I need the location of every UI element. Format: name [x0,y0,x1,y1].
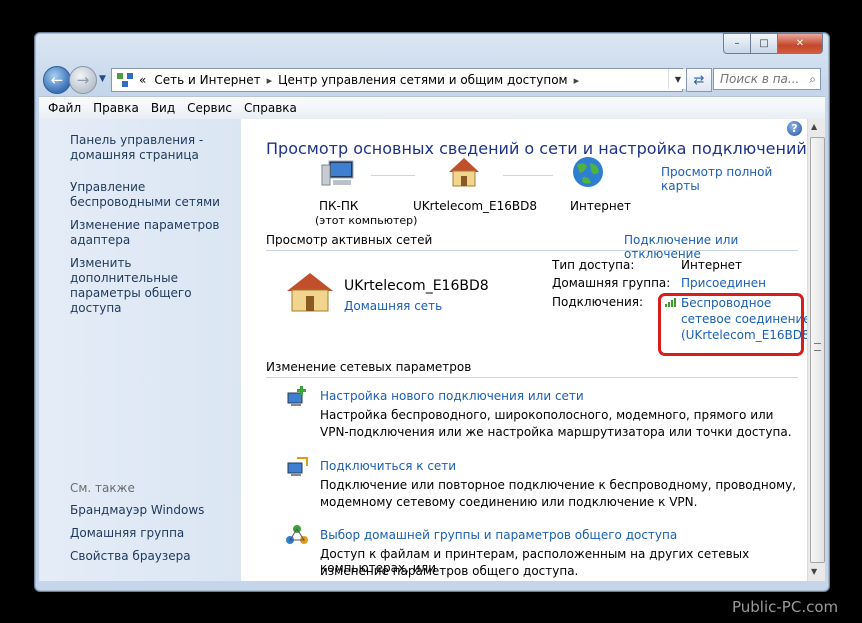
breadcrumb-item-network-center[interactable]: Центр управления сетями и общим доступом [278,73,567,87]
breadcrumb-separator[interactable]: ▸ [574,74,580,87]
maximize-button[interactable]: □ [751,33,778,54]
help-icon[interactable]: ? [787,121,802,136]
minimize-button[interactable]: – [723,33,751,54]
scrollbar-thumb[interactable] [810,137,825,563]
full-map-link[interactable]: Просмотр полной карты [661,165,807,193]
home-group-label: Домашняя группа: [552,276,671,290]
section-divider [266,377,798,378]
scroll-grip-icon [814,343,821,351]
menu-bar: Файл Правка Вид Сервис Справка [39,96,825,120]
menu-view[interactable]: Вид [151,101,175,115]
search-icon[interactable]: ⌕ [809,72,816,87]
connect-disconnect-link[interactable]: Подключение или отключение [624,233,807,261]
refresh-button[interactable]: ⇄ [686,68,712,92]
change-settings-label: Изменение сетевых параметров [266,360,472,374]
task-connect-network-desc: Подключение или повторное подключение к … [320,478,797,492]
sidebar-link-control-panel-home[interactable]: Панель управления - домашняя страница [70,133,240,163]
search-input[interactable] [718,71,800,87]
home-network-icon [449,158,479,187]
breadcrumb-item-network-internet[interactable]: Сеть и Интернет [154,73,260,87]
menu-tools[interactable]: Сервис [187,101,232,115]
refresh-icon: ⇄ [693,72,705,88]
back-button[interactable]: ← [43,66,71,94]
address-dropdown-icon[interactable]: ▼ [668,69,687,89]
map-network-label: UKrtelecom_E16BD8 [413,199,537,213]
menu-file[interactable]: Файл [48,101,81,115]
access-type-value: Интернет [681,258,743,272]
back-arrow-icon: ← [50,71,64,89]
highlight-box [658,293,804,356]
network-folder-icon [117,73,133,87]
see-also-label: См. также [70,481,135,495]
task-homegroup-link[interactable]: Выбор домашней группы и параметров общег… [320,528,677,542]
recent-pages-dropdown-icon[interactable]: ▼ [99,74,106,84]
content-area: Панель управления - домашняя страница Уп… [39,119,825,581]
homegroup-sharing-icon [286,525,308,544]
sidebar-link-firewall[interactable]: Брандмауэр Windows [70,503,240,518]
menu-edit[interactable]: Правка [93,101,139,115]
connect-network-icon [287,457,308,476]
navigation-bar: ← → ▼ « Сеть и Интернет ▸ Центр управлен… [39,65,825,94]
breadcrumb-overflow[interactable]: « [139,73,146,87]
window-controls: – □ ✕ [723,33,823,54]
search-box[interactable]: ⌕ [713,68,821,90]
forward-arrow-icon: → [76,71,90,89]
map-internet-label: Интернет [570,199,632,213]
task-homegroup-desc: изменение параметров общего доступа. [320,564,579,578]
task-connect-network-link[interactable]: Подключиться к сети [320,459,456,473]
active-network-name: UKrtelecom_E16BD8 [344,278,489,294]
sidebar-link-manage-wireless[interactable]: Управление беспроводными сетями [70,180,240,210]
sidebar-link-change-adapter[interactable]: Изменение параметров адаптера [70,218,240,248]
vertical-scrollbar[interactable]: ▲ ▼ [807,119,825,581]
computer-icon [321,160,354,186]
access-type-label: Тип доступа: [552,258,635,272]
sidebar-link-browser-properties[interactable]: Свойства браузера [70,549,240,564]
sidebar: Панель управления - домашняя страница Уп… [39,119,241,581]
main-panel: ? Просмотр основных сведений о сети и на… [241,119,814,581]
address-bar[interactable]: « Сеть и Интернет ▸ Центр управления сет… [111,68,683,92]
page-title: Просмотр основных сведений о сети и наст… [266,139,807,158]
home-group-link[interactable]: Присоединен [681,276,766,290]
task-connect-network-desc: модемному сетевому соединению или подклю… [320,495,698,509]
pc-sublabel: (этот компьютер) [315,214,418,227]
control-panel-window: – □ ✕ ← → ▼ « Сеть и Интернет ▸ Центр уп… [34,32,830,592]
network-type-link[interactable]: Домашняя сеть [344,299,442,313]
home-network-large-icon [287,273,333,312]
map-connector [371,175,415,176]
active-networks-label: Просмотр активных сетей [266,233,433,247]
section-divider [266,250,798,251]
task-new-connection-desc: VPN-подключения или же настройка маршрут… [320,425,792,439]
close-button[interactable]: ✕ [778,33,823,54]
connections-label: Подключения: [552,295,644,309]
scroll-up-icon[interactable]: ▲ [811,122,817,131]
sidebar-link-advanced-sharing[interactable]: Изменить дополнительные параметры общего… [70,256,240,316]
forward-button[interactable]: → [69,66,97,94]
sidebar-link-homegroup[interactable]: Домашняя группа [70,526,240,541]
menu-help[interactable]: Справка [244,101,297,115]
internet-globe-icon [573,157,603,187]
map-connector [503,175,553,176]
watermark: Public-PC.com [732,598,839,616]
scroll-down-icon[interactable]: ▼ [811,567,817,576]
task-new-connection-link[interactable]: Настройка нового подключения или сети [320,389,584,403]
breadcrumb-separator[interactable]: ▸ [267,74,273,87]
pc-label: ПК-ПК [319,199,359,213]
task-new-connection-desc: Настройка беспроводного, широкополосного… [320,408,774,422]
new-connection-icon [287,386,306,406]
